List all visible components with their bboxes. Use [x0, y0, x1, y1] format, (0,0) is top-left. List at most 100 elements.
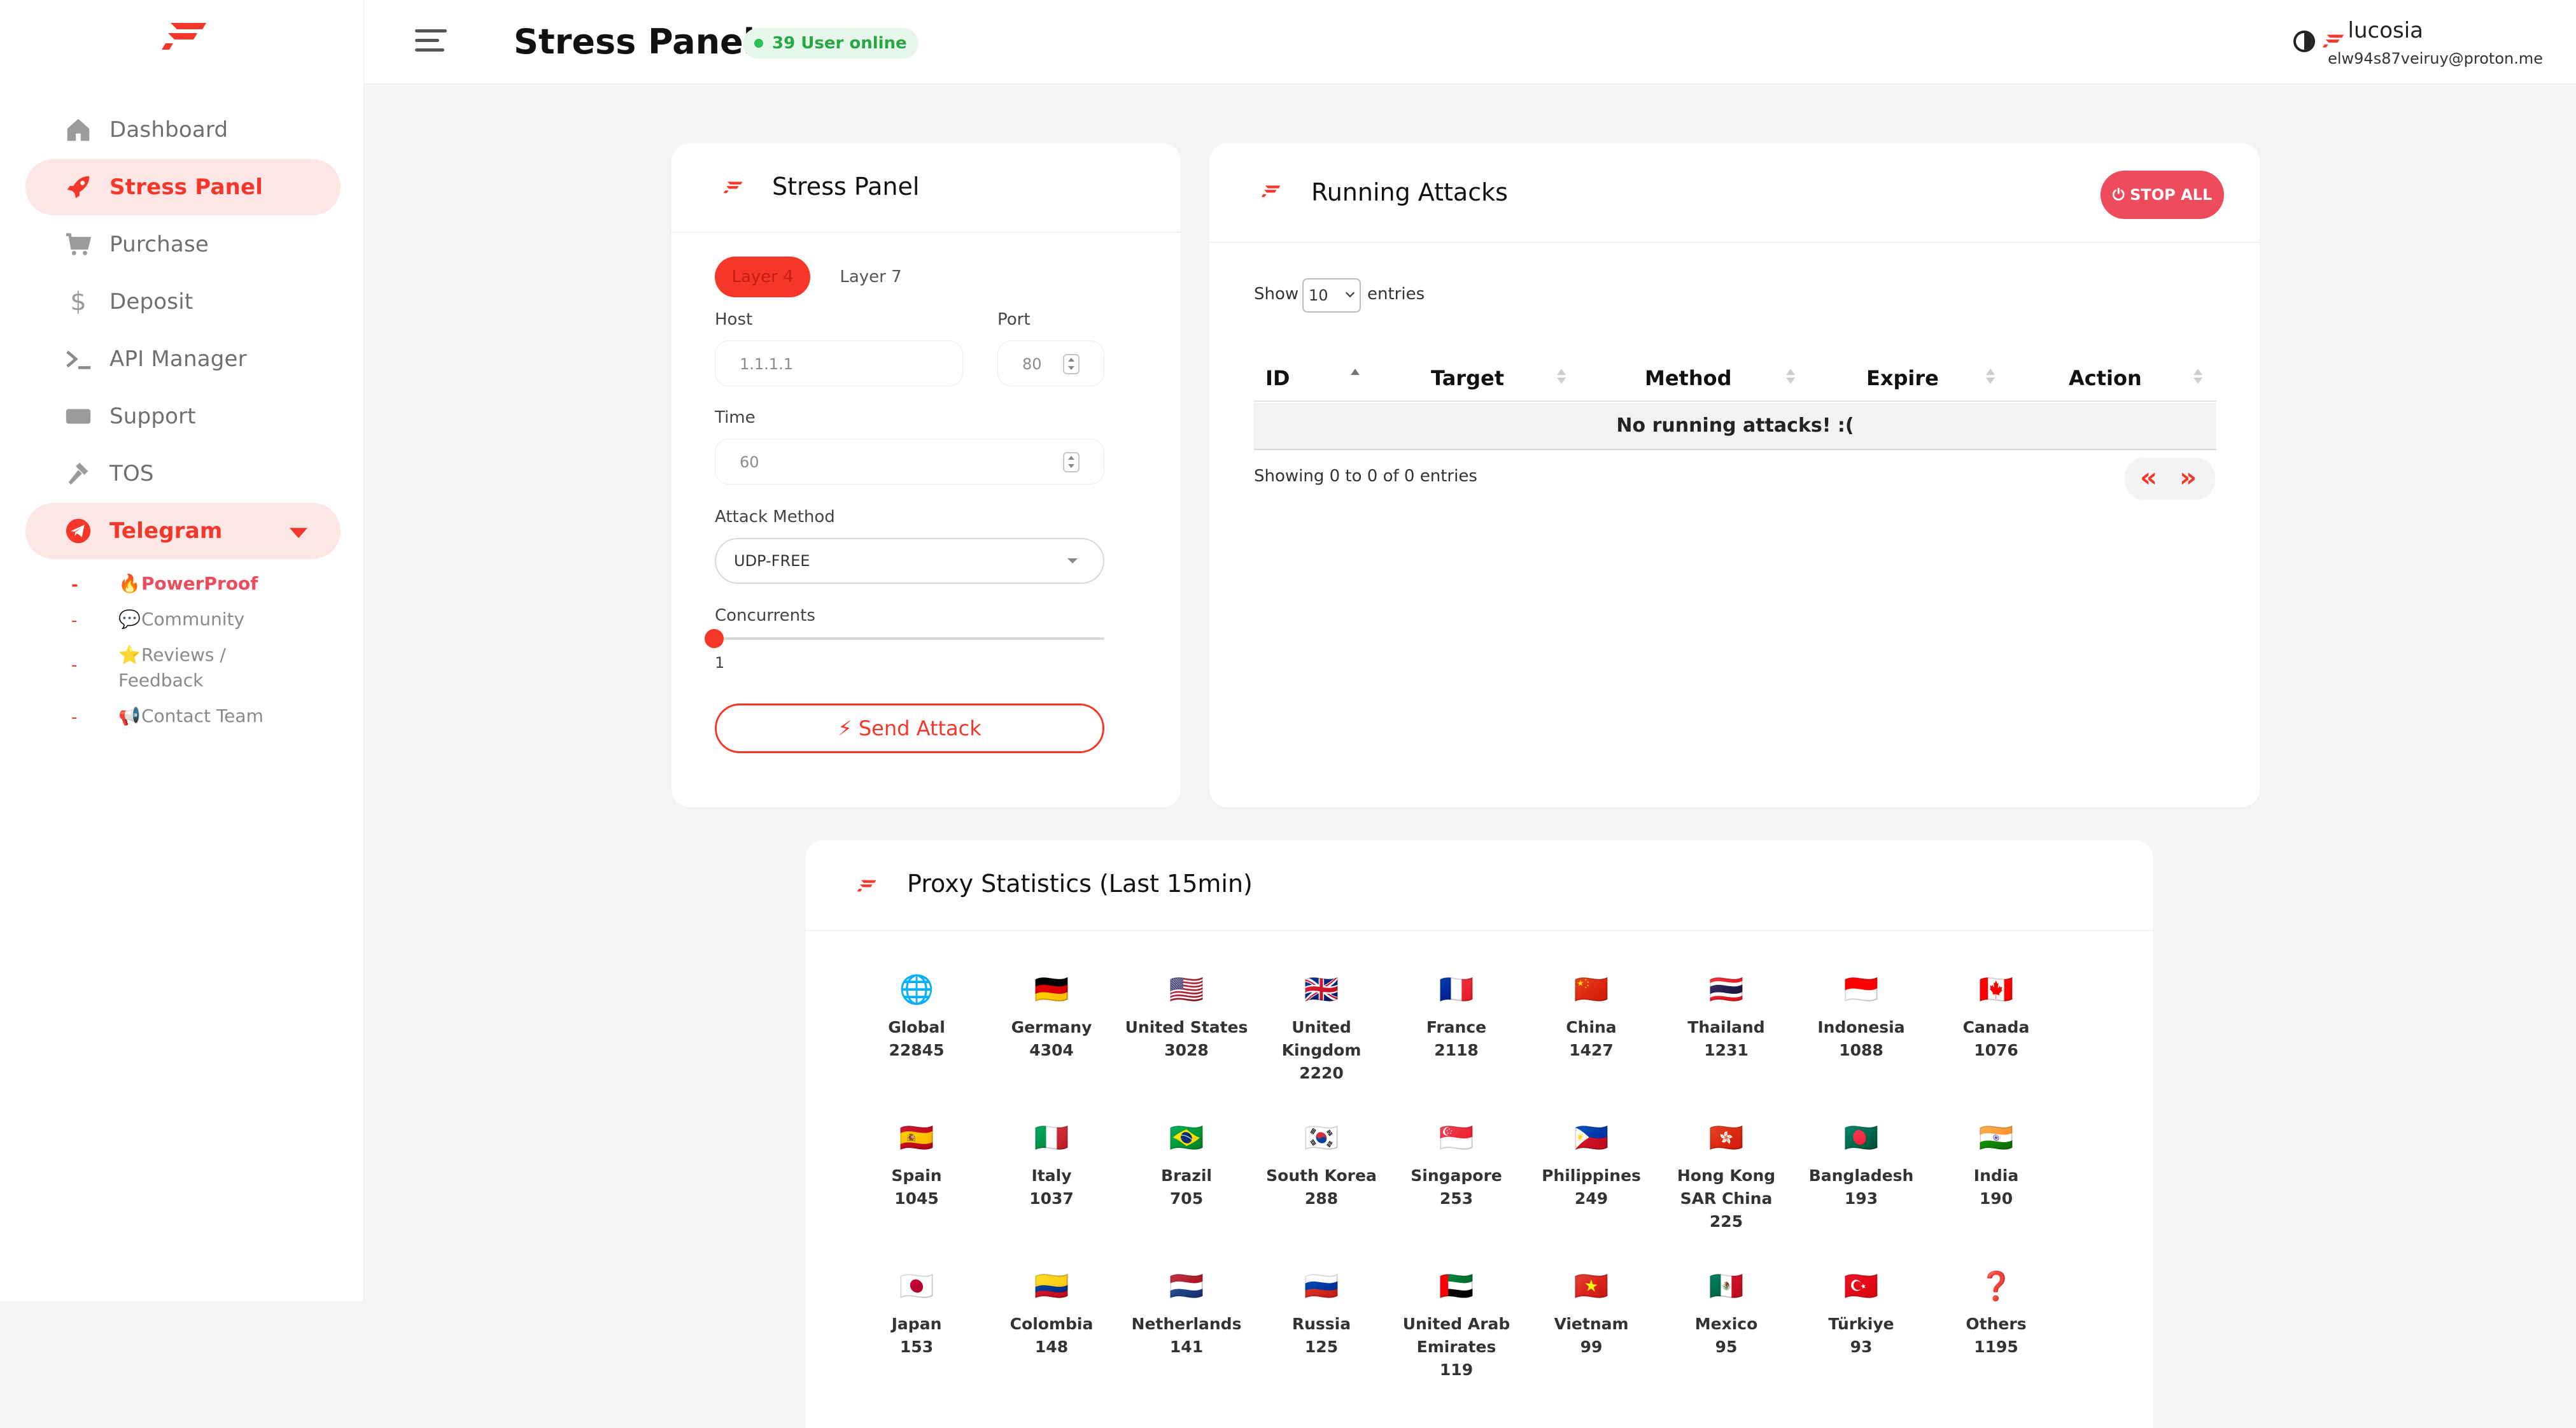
bullet-dash: - [71, 611, 78, 630]
country-name: Vietnam [1554, 1315, 1629, 1333]
country-count: 95 [1715, 1338, 1738, 1356]
country-stat: 🌐 Global 22845 [850, 974, 983, 1062]
submenu-item-contact-team[interactable]: - 📢Contact Team [64, 705, 337, 741]
tab-layer-4[interactable]: Layer 4 [715, 257, 810, 297]
country-count: 1427 [1569, 1041, 1614, 1059]
country-stat: 🇵🇭 Philippines 249 [1524, 1122, 1658, 1210]
flag-icon: 🇩🇪 [1034, 973, 1069, 1006]
attack-method-value: UDP-FREE [734, 552, 810, 570]
sidebar: Dashboard Stress Panel Purchase $ Deposi… [0, 0, 364, 1301]
country-stat: 🇨🇴 Colombia 148 [985, 1271, 1118, 1359]
submenu-item-reviews[interactable]: - ⭐Reviews / [64, 644, 337, 675]
cart-icon [64, 230, 93, 259]
sort-icon[interactable] [2193, 369, 2202, 386]
sidebar-item-label: Deposit [109, 289, 194, 315]
previous-page-icon[interactable]: « [2140, 462, 2157, 493]
country-name: Global [888, 1018, 945, 1036]
sidebar-item-telegram[interactable]: Telegram [25, 503, 341, 559]
brand-mini-icon [857, 880, 876, 892]
country-count: 22845 [889, 1041, 945, 1059]
bullet-dash: - [71, 708, 78, 727]
telegram-icon [64, 516, 93, 546]
column-header-method[interactable]: Method [1645, 366, 1732, 390]
flag-icon: 🇮🇹 [1034, 1122, 1069, 1154]
flag-icon: 🇻🇳 [1573, 1270, 1609, 1303]
show-label: Show [1254, 285, 1299, 304]
country-count: 2118 [1434, 1041, 1479, 1059]
fire-icon: 🔥 [118, 573, 141, 594]
country-count: 99 [1580, 1338, 1603, 1356]
country-name: South Korea [1266, 1166, 1377, 1185]
country-count: 119 [1439, 1361, 1474, 1379]
country-name: Mexico [1694, 1315, 1758, 1333]
brand-logo[interactable] [159, 19, 210, 52]
user-name[interactable]: lucosia [2348, 18, 2424, 43]
country-count: 225 [1709, 1212, 1743, 1231]
entries-label: entries [1367, 285, 1425, 304]
country-stat: 🇭🇰 Hong Kong SAR China 225 [1659, 1122, 1793, 1233]
time-input[interactable]: 60 [715, 439, 1104, 484]
sidebar-item-support[interactable]: Support [25, 388, 341, 444]
star-icon: ⭐ [118, 644, 141, 665]
flag-icon: 🇹🇷 [1843, 1270, 1879, 1303]
column-header-target[interactable]: Target [1431, 366, 1504, 390]
flag-icon: 🇲🇽 [1708, 1270, 1744, 1303]
chevron-down-icon[interactable] [290, 528, 307, 539]
country-stat: 🇸🇬 Singapore 253 [1390, 1122, 1523, 1210]
sidebar-item-api-manager[interactable]: API Manager [25, 331, 341, 387]
theme-toggle-icon[interactable] [2293, 31, 2315, 52]
sidebar-item-purchase[interactable]: Purchase [25, 216, 341, 272]
flag-icon: 🇪🇸 [899, 1122, 934, 1154]
stop-all-button[interactable]: ⏻ STOP ALL [2101, 171, 2224, 219]
submenu-label: Feedback [118, 670, 204, 691]
country-count: 1037 [1029, 1189, 1074, 1208]
tab-layer-7[interactable]: Layer 7 [823, 257, 918, 297]
running-attacks-card: Running Attacks ⏻ STOP ALL Show 10 entri… [1209, 143, 2260, 807]
submenu-item-powerproof[interactable]: - 🔥PowerProof [64, 573, 337, 609]
sort-ascending-icon[interactable] [1351, 369, 1360, 386]
country-name: Netherlands [1131, 1315, 1242, 1333]
submenu-item-community[interactable]: - 💬Community [64, 609, 337, 644]
column-header-id[interactable]: ID [1265, 366, 1290, 390]
column-header-action[interactable]: Action [2069, 366, 2142, 390]
country-stat: 🇦🇪 United Arab Emirates 119 [1390, 1271, 1523, 1382]
time-stepper[interactable] [1063, 452, 1080, 472]
sort-icon[interactable] [1786, 369, 1795, 386]
sort-icon[interactable] [1986, 369, 1995, 386]
port-stepper[interactable] [1063, 354, 1080, 374]
sidebar-item-stress-panel[interactable]: Stress Panel [25, 159, 341, 215]
sidebar-item-dashboard[interactable]: Dashboard [25, 102, 341, 158]
sidebar-item-tos[interactable]: TOS [25, 446, 341, 502]
concurrents-slider-track[interactable] [715, 637, 1104, 640]
country-count: 1088 [1839, 1041, 1883, 1059]
flag-icon: 🇵🇭 [1573, 1122, 1609, 1154]
sidebar-item-deposit[interactable]: $ Deposit [25, 274, 341, 330]
submenu-item-feedback[interactable]: Feedback [64, 670, 337, 705]
country-count: 4304 [1029, 1041, 1074, 1059]
country-count: 1195 [1974, 1338, 2018, 1356]
country-stat: 🇨🇦 Canada 1076 [1929, 974, 2063, 1062]
concurrents-slider-handle[interactable] [705, 629, 724, 648]
card-title: Stress Panel [772, 173, 920, 201]
concurrents-label: Concurrents [715, 606, 815, 625]
country-stat: 🇮🇹 Italy 1037 [985, 1122, 1118, 1210]
send-attack-button[interactable]: ⚡ Send Attack [715, 703, 1104, 753]
next-page-icon[interactable]: » [2179, 462, 2197, 493]
card-header: Proxy Statistics (Last 15min) [805, 840, 2153, 931]
flag-icon: 🇧🇩 [1843, 1122, 1879, 1154]
card-title: Proxy Statistics (Last 15min) [907, 870, 1253, 898]
column-header-expire[interactable]: Expire [1866, 366, 1939, 390]
hamburger-menu-icon[interactable] [415, 29, 447, 55]
country-name: Indonesia [1817, 1018, 1905, 1036]
port-input[interactable]: 80 [997, 341, 1104, 386]
country-name: Italy [1031, 1166, 1072, 1185]
country-count: 153 [899, 1338, 934, 1356]
sidebar-nav: Dashboard Stress Panel Purchase $ Deposi… [25, 102, 341, 560]
sort-icon[interactable] [1557, 369, 1566, 386]
attack-method-select[interactable]: UDP-FREE [715, 538, 1104, 584]
flag-icon: 🇮🇳 [1978, 1122, 2014, 1154]
entries-per-page-select[interactable]: 10 [1302, 278, 1361, 313]
attack-method-label: Attack Method [715, 507, 835, 527]
country-name: United Arab Emirates [1402, 1315, 1510, 1356]
host-input[interactable]: 1.1.1.1 [715, 341, 963, 386]
